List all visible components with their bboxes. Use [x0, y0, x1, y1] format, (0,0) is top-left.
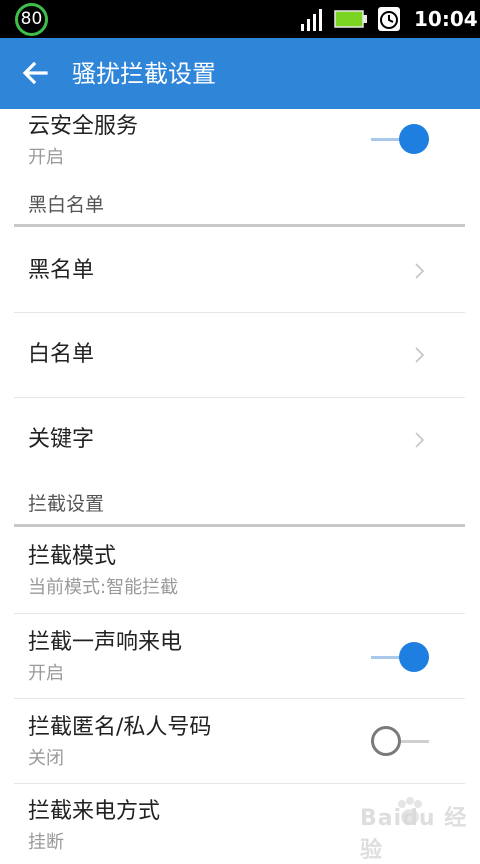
setting-status: 挂断 [28, 832, 64, 853]
setting-title: 云安全服务 [28, 114, 139, 139]
back-arrow-icon[interactable] [22, 61, 48, 85]
section-label: 黑白名单 [28, 194, 105, 216]
chevron-right-icon [415, 347, 425, 363]
setting-status: 关闭 [28, 748, 64, 769]
setting-title: 拦截来电方式 [28, 799, 161, 824]
anonymous-number-toggle[interactable] [371, 726, 431, 758]
page-title: 骚扰拦截设置 [72, 60, 216, 88]
setting-anonymous-number[interactable]: 拦截匿名/私人号码 关闭 [14, 699, 465, 784]
list-item-whitelist[interactable]: 白名单 [14, 313, 465, 398]
battery-icon [334, 10, 367, 28]
section-label: 拦截设置 [28, 493, 105, 515]
setting-ring-once[interactable]: 拦截一声响来电 开启 [14, 614, 465, 699]
status-time: 10:04 [414, 7, 478, 31]
setting-title: 拦截一声响来电 [28, 630, 183, 655]
list-item-label: 关键字 [28, 427, 95, 452]
signal-icon [301, 9, 322, 31]
setting-status: 开启 [28, 147, 64, 168]
setting-cloud-security[interactable]: 云安全服务 开启 [14, 109, 465, 191]
setting-status: 当前模式:智能拦截 [28, 577, 179, 598]
list-item-blacklist[interactable]: 黑名单 [14, 227, 465, 313]
ring-once-toggle[interactable] [371, 642, 431, 674]
status-bar: 80 10:04 [0, 0, 480, 38]
list-item-keywords[interactable]: 关键字 [14, 398, 465, 480]
list-item-label: 白名单 [28, 342, 95, 367]
list-item-label: 黑名单 [28, 258, 95, 283]
setting-intercept-mode[interactable]: 拦截模式 当前模式:智能拦截 [14, 528, 465, 614]
chevron-right-icon [415, 263, 425, 279]
watermark: Baidu 经验 [360, 806, 468, 863]
setting-title: 拦截模式 [28, 544, 117, 569]
setting-status: 开启 [28, 663, 64, 684]
cloud-security-toggle[interactable] [371, 124, 431, 156]
section-header-lists: 黑白名单 [14, 191, 465, 227]
alarm-clock-icon [378, 7, 400, 31]
chevron-right-icon [415, 432, 425, 448]
notification-count-badge: 80 [15, 3, 48, 36]
section-header-intercept: 拦截设置 [14, 488, 465, 527]
app-bar: 骚扰拦截设置 [0, 38, 480, 109]
setting-title: 拦截匿名/私人号码 [28, 715, 212, 740]
